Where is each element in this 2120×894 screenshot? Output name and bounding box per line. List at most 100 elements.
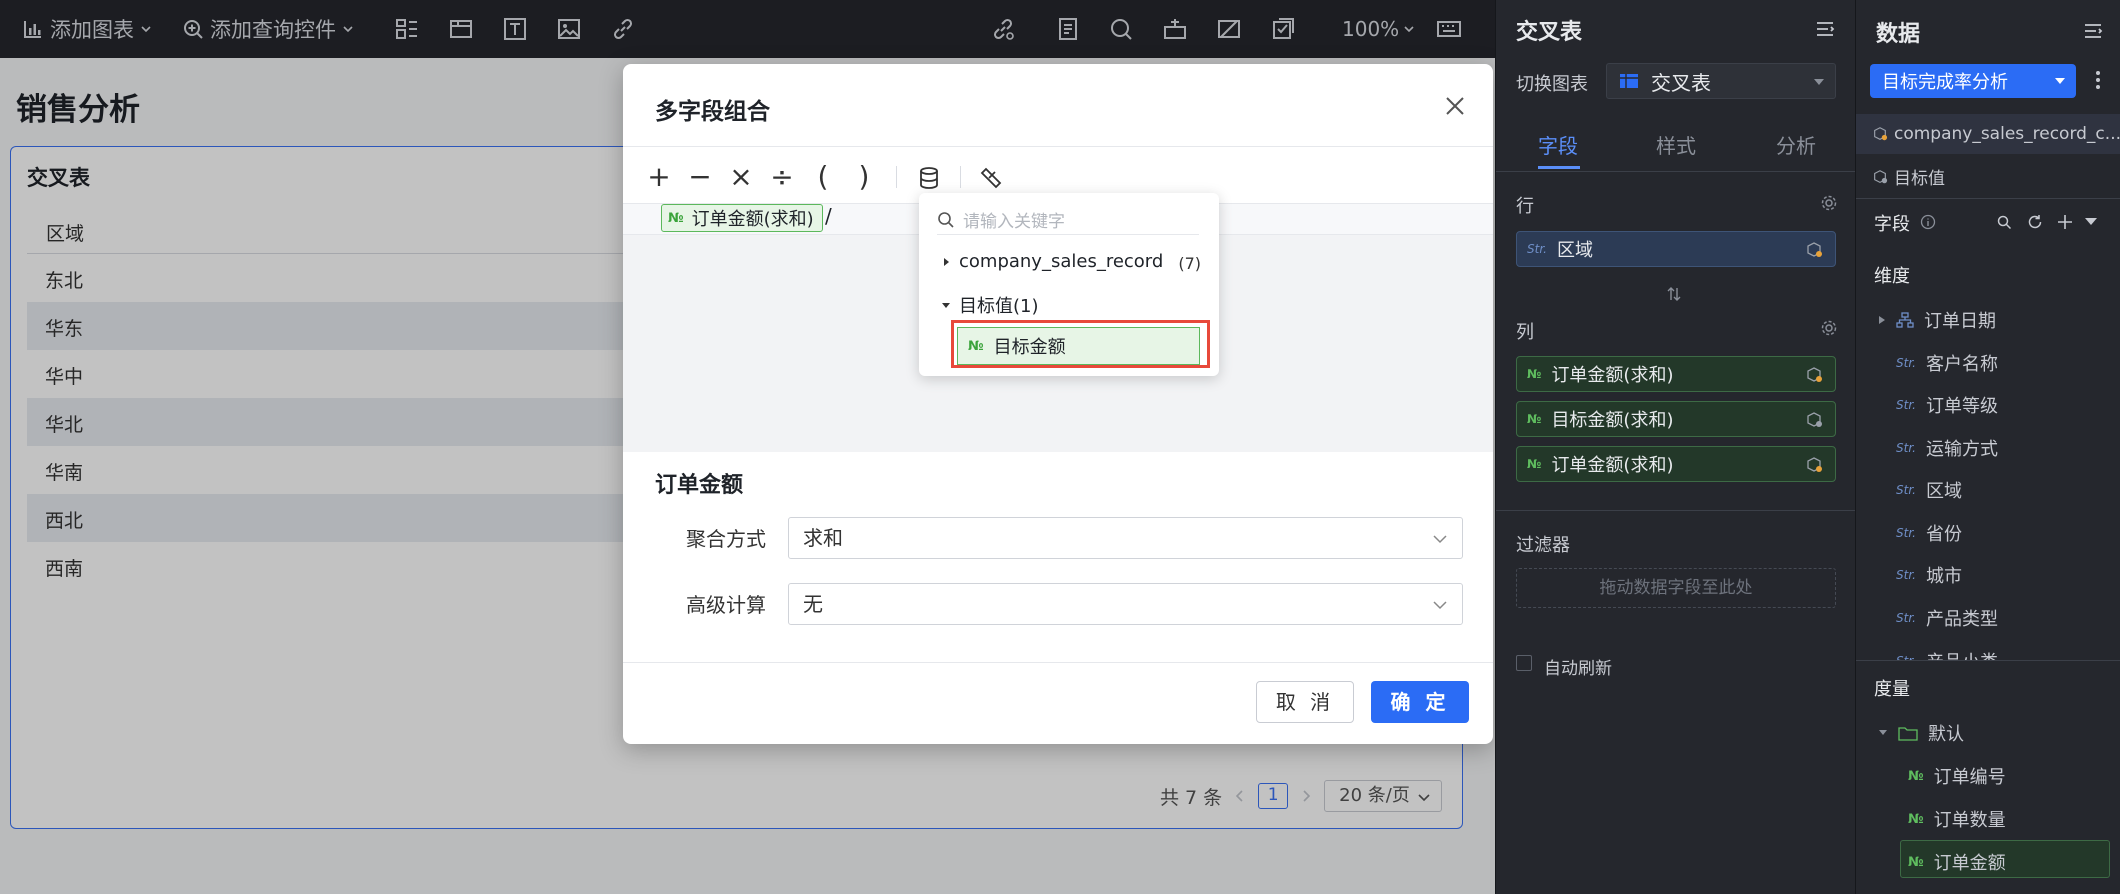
toolbar-separator: [960, 166, 961, 188]
dimension-label: 省份: [1925, 524, 1962, 545]
plus-operator-button[interactable]: +: [645, 163, 673, 191]
expression-chip-label: 订单金额(求和): [691, 209, 814, 230]
collapse-panel-icon[interactable]: [2082, 20, 2104, 42]
refresh-icon[interactable]: [2026, 213, 2044, 231]
caret-down-icon: [942, 303, 950, 308]
multi-field-dialog: 多字段组合 + − × ÷ ( ) № 订单金额(求和) / 订单金额 聚合方式…: [623, 64, 1493, 744]
add-icon[interactable]: [2056, 213, 2074, 231]
dataset-item[interactable]: company_sales_record_c...: [1856, 114, 2120, 154]
measure-group[interactable]: 默认: [1878, 720, 1964, 746]
numeric-type-icon: №: [1908, 854, 1924, 870]
collapse-panel-icon[interactable]: [1814, 18, 1836, 40]
minus-operator-button[interactable]: −: [686, 163, 714, 191]
auto-refresh-label: 自动刷新: [1544, 659, 1612, 679]
string-type-icon: Str.: [1896, 356, 1916, 370]
string-type-icon: Str.: [1896, 568, 1916, 582]
caret-down-icon: [1814, 79, 1824, 85]
dimension-field[interactable]: Str. 订单等级: [1896, 392, 1998, 418]
dimension-field[interactable]: Str. 城市: [1896, 562, 1962, 588]
more-options-icon[interactable]: [2094, 70, 2102, 90]
confirm-button[interactable]: 确 定: [1371, 681, 1469, 723]
dataset-select-button[interactable]: 目标完成率分析: [1870, 64, 2076, 98]
filter-drop-zone[interactable]: 拖动数据字段至此处: [1516, 568, 1836, 608]
dimension-field[interactable]: Str. 区域: [1896, 477, 1962, 503]
tab-analysis[interactable]: 分析: [1776, 130, 1816, 159]
info-icon[interactable]: [1920, 214, 1936, 230]
highlight-annotation-box: [951, 320, 1210, 368]
caret-down-icon[interactable]: [2084, 216, 2098, 228]
measure-field[interactable]: № 订单数量: [1908, 806, 2006, 832]
left-paren-button[interactable]: (: [809, 163, 837, 191]
dimension-field[interactable]: Str.产品小类: [1896, 648, 1998, 660]
advanced-calc-select[interactable]: 无: [788, 583, 1463, 625]
gear-icon[interactable]: [1821, 195, 1837, 211]
dataset-cube-icon: [1807, 242, 1822, 257]
tree-node-company-sales[interactable]: company_sales_record: [941, 251, 1163, 272]
tab-style[interactable]: 样式: [1656, 130, 1696, 159]
dataset-item-label: 目标值: [1894, 169, 1945, 189]
column-field-chip[interactable]: № 订单金额(求和): [1516, 356, 1836, 392]
dataset-cube-icon: [1807, 457, 1822, 472]
dimension-field[interactable]: 订单日期: [1878, 307, 1996, 333]
numeric-type-icon: №: [1908, 768, 1924, 784]
columns-label: 列: [1516, 322, 1534, 343]
filter-label: 过滤器: [1516, 535, 1570, 556]
config-tabs: 字段 样式 分析: [1496, 116, 1856, 172]
section-divider: [1856, 660, 2120, 661]
dimension-label: 城市: [1925, 566, 1962, 587]
close-icon[interactable]: [1443, 94, 1467, 118]
right-paren-button[interactable]: ): [850, 163, 878, 191]
string-type-icon: Str.: [1896, 611, 1916, 625]
cancel-button[interactable]: 取 消: [1256, 681, 1354, 723]
dimension-label: 运输方式: [1925, 439, 1998, 460]
dataset-cube-icon: [1807, 412, 1822, 427]
measure-field[interactable]: № 订单金额: [1908, 849, 2006, 875]
row-field-chip[interactable]: Str. 区域: [1516, 231, 1836, 267]
caret-down-icon: [2055, 78, 2065, 84]
string-type-icon: Str.: [1896, 441, 1916, 455]
column-field-label: 订单金额(求和): [1551, 365, 1674, 386]
measure-group-label: 默认: [1928, 724, 1964, 745]
numeric-type-icon: №: [1527, 367, 1542, 381]
expression-field-chip[interactable]: № 订单金额(求和): [661, 204, 823, 232]
dimension-field[interactable]: Str. 产品类型: [1896, 605, 1998, 631]
tab-fields[interactable]: 字段: [1538, 130, 1578, 159]
measures-label: 度量: [1874, 679, 1910, 700]
dialog-title: 多字段组合: [655, 99, 770, 125]
measure-field[interactable]: № 订单编号: [1908, 763, 2006, 789]
switch-chart-value: 交叉表: [1651, 70, 1711, 95]
auto-refresh-checkbox[interactable]: [1516, 655, 1532, 671]
aggregation-select[interactable]: 求和: [788, 517, 1463, 559]
multiply-operator-button[interactable]: ×: [727, 163, 755, 191]
database-icon[interactable]: [916, 165, 942, 191]
dataset-cube-icon: [1874, 127, 1888, 141]
caret-right-icon: [944, 257, 949, 266]
table-chart-icon: [1620, 74, 1638, 88]
dialog-divider: [623, 146, 1493, 147]
column-field-chip[interactable]: № 目标金额(求和): [1516, 401, 1836, 437]
aggregation-value: 求和: [803, 526, 843, 550]
aggregation-label: 聚合方式: [686, 527, 766, 551]
measure-label: 订单编号: [1933, 767, 2006, 788]
clear-format-icon[interactable]: [978, 165, 1004, 191]
search-icon[interactable]: [1996, 214, 2012, 230]
tree-node-target-value[interactable]: 目标值(1): [941, 292, 1039, 318]
rows-label: 行: [1516, 196, 1534, 217]
column-field-label: 目标金额(求和): [1551, 410, 1674, 431]
dimension-field[interactable]: Str. 运输方式: [1896, 435, 1998, 461]
chevron-down-icon: [1433, 535, 1447, 544]
switch-chart-select[interactable]: 交叉表: [1606, 63, 1836, 99]
picker-search-input[interactable]: 请输入关键字: [937, 205, 1199, 235]
search-icon: [938, 211, 954, 228]
dimension-field[interactable]: Str. 省份: [1896, 520, 1962, 546]
numeric-type-icon: №: [1527, 457, 1542, 471]
field-section-title: 订单金额: [655, 473, 744, 498]
dataset-item[interactable]: 目标值: [1872, 164, 1945, 189]
row-field-label: 区域: [1556, 240, 1593, 261]
divide-operator-button[interactable]: ÷: [768, 163, 796, 191]
gear-icon[interactable]: [1821, 320, 1837, 336]
dimension-field[interactable]: Str. 客户名称: [1896, 350, 1998, 376]
swap-icon[interactable]: [1666, 287, 1682, 301]
column-field-chip[interactable]: № 订单金额(求和): [1516, 446, 1836, 482]
dataset-item-label: company_sales_record_c...: [1893, 124, 2120, 144]
